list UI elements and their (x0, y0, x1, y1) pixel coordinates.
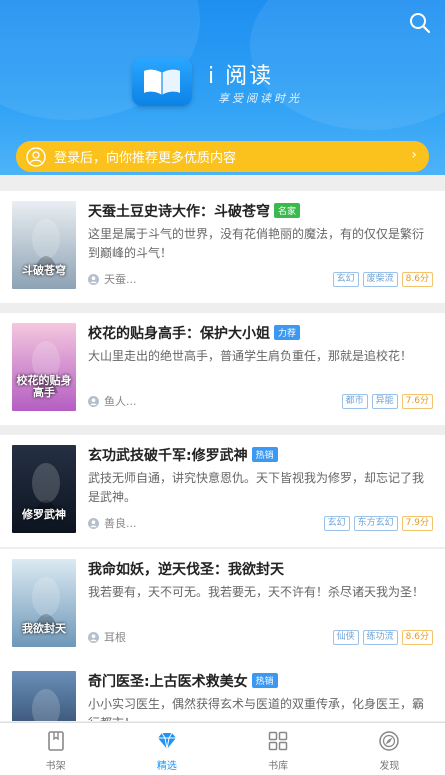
open-book-icon (144, 69, 180, 95)
book-title-text: 玄功武技破千军:修罗武神 (88, 448, 248, 464)
book-title-text: 我命如妖，逆天伐圣：我欲封天 (88, 562, 284, 578)
book-tags: 都市 异能 7.6分 (341, 394, 433, 409)
user-icon (26, 146, 46, 167)
book-description: 武技无师自通，讲究快意恩仇。天下皆视我为修罗，却忘记了我是武神。 (88, 471, 425, 504)
book-badge: 力荐 (274, 325, 301, 340)
genre-tag: 废柴流 (362, 272, 398, 287)
book-list[interactable]: 斗破苍穹 天蚕土豆史诗大作：斗破苍穹 名家这里是属于斗气的世界，没有花俏艳丽的魔法，… (0, 181, 445, 721)
cover-title: 我欲封天 (22, 622, 66, 635)
author-name: 耳根 (104, 631, 126, 644)
tab-label: 精选 (156, 761, 177, 772)
cover-title: 修罗武神 (22, 508, 66, 521)
app-slogan: 享受阅读时光 (218, 92, 302, 105)
book-description: 小小实习医生，偶然获得玄术与医道的双重传承，化身医王，霸行都市！ (88, 697, 425, 721)
header-banner: i 阅读 享受阅读时光 登录后，向你推荐更多优质内容 › (0, 0, 445, 175)
genre-tag: 东方玄幻 (353, 516, 398, 531)
book-tags: 仙侠 练功流 8.6分 (332, 630, 433, 645)
book-badge: 名家 (274, 203, 301, 218)
grid-icon (268, 731, 288, 751)
book-title[interactable]: 奇门医圣:上古医术救美女 热销 (88, 671, 278, 691)
login-prompt-banner[interactable]: 登录后，向你推荐更多优质内容 › (16, 141, 429, 172)
book-title-text: 奇门医圣:上古医术救美女 (88, 674, 248, 690)
book-cover[interactable]: 校花的贴身高手 (12, 323, 76, 411)
author-name: 善良... (104, 517, 137, 530)
genre-tag: 仙侠 (332, 630, 359, 645)
book-badge: 热销 (251, 447, 278, 462)
score-tag: 7.9分 (401, 516, 433, 531)
genre-tag: 玄幻 (332, 272, 359, 287)
author-icon (88, 273, 99, 285)
book-tags: 玄幻 废柴流 8.6分 (332, 272, 433, 287)
diamond-icon (157, 732, 176, 750)
book-title[interactable]: 天蚕土豆史诗大作：斗破苍穹 名家 (88, 201, 301, 221)
book-author: 耳根 (88, 629, 126, 645)
book-title-text: 校花的贴身高手：保护大小姐 (88, 326, 270, 342)
book-author: 善良... (88, 515, 137, 531)
tab-label: 书库 (268, 761, 289, 772)
book-title[interactable]: 玄功武技破千军:修罗武神 热销 (88, 445, 278, 465)
book-author: 天蚕... (88, 271, 137, 287)
tab-discover[interactable]: 发现 (334, 723, 445, 775)
genre-tag: 练功流 (362, 630, 398, 645)
book-card[interactable]: 我欲封天 我命如妖，逆天伐圣：我欲封天我若要有，天不可无。我若要无，天不许有！杀尽… (0, 549, 445, 661)
author-icon (88, 517, 99, 529)
book-title-text: 天蚕土豆史诗大作：斗破苍穹 (88, 204, 270, 220)
genre-tag: 玄幻 (323, 516, 350, 531)
chevron-right-icon: › (411, 147, 417, 163)
book-card[interactable]: 校花的贴身高手 校花的贴身高手：保护大小姐 力荐大山里走出的绝世高手，普通学生肩负重… (0, 313, 445, 425)
book-cover[interactable]: 我欲封天 (12, 559, 76, 647)
score-tag: 8.6分 (401, 630, 433, 645)
bottom-tab-bar: 书架 精选 书库 发现 (0, 722, 445, 775)
book-card[interactable]: 斗破苍穹 天蚕土豆史诗大作：斗破苍穹 名家这里是属于斗气的世界，没有花俏艳丽的魔法，… (0, 191, 445, 303)
compass-icon (379, 731, 400, 751)
book-description: 这里是属于斗气的世界，没有花俏艳丽的魔法，有的仅仅是繁衍到巅峰的斗气！ (88, 227, 425, 260)
book-title[interactable]: 校花的贴身高手：保护大小姐 力荐 (88, 323, 301, 343)
app-name: i 阅读 (208, 64, 274, 89)
login-banner-text: 登录后，向你推荐更多优质内容 (54, 151, 237, 166)
app-logo (132, 58, 192, 106)
search-icon[interactable] (409, 12, 431, 34)
tab-bookshelf[interactable]: 书架 (0, 723, 111, 775)
book-cover[interactable] (12, 671, 76, 721)
book-description: 我若要有，天不可无。我若要无，天不许有！杀尽诸天我为圣！ (88, 585, 425, 599)
score-tag: 7.6分 (401, 394, 433, 409)
book-tags: 玄幻 东方玄幻 7.9分 (323, 516, 433, 531)
cover-title: 斗破苍穹 (22, 264, 66, 277)
tab-featured[interactable]: 精选 (111, 723, 222, 775)
book-author: 鱼人... (88, 393, 137, 409)
author-icon (88, 631, 99, 643)
book-cover[interactable]: 修罗武神 (12, 445, 76, 533)
tab-label: 发现 (379, 761, 400, 772)
author-icon (88, 395, 99, 407)
book-title[interactable]: 我命如妖，逆天伐圣：我欲封天 (88, 559, 284, 579)
genre-tag: 都市 (341, 394, 368, 409)
book-card[interactable]: 修罗武神 玄功武技破千军:修罗武神 热销武技无师自通，讲究快意恩仇。天下皆视我为修罗… (0, 435, 445, 547)
tab-label: 书架 (45, 761, 66, 772)
author-name: 天蚕... (104, 273, 137, 286)
genre-tag: 异能 (371, 394, 398, 409)
cover-title: 校花的贴身高手 (16, 374, 72, 399)
book-card[interactable]: 奇门医圣:上古医术救美女 热销小小实习医生，偶然获得玄术与医道的双重传承，化身医王… (0, 661, 445, 721)
score-tag: 8.6分 (401, 272, 433, 287)
book-cover[interactable]: 斗破苍穹 (12, 201, 76, 289)
author-name: 鱼人... (104, 395, 137, 408)
book-badge: 热销 (251, 673, 278, 688)
bookshelf-icon (47, 731, 64, 751)
book-description: 大山里走出的绝世高手，普通学生肩负重任，那就是追校花！ (88, 349, 413, 363)
tab-library[interactable]: 书库 (223, 723, 334, 775)
